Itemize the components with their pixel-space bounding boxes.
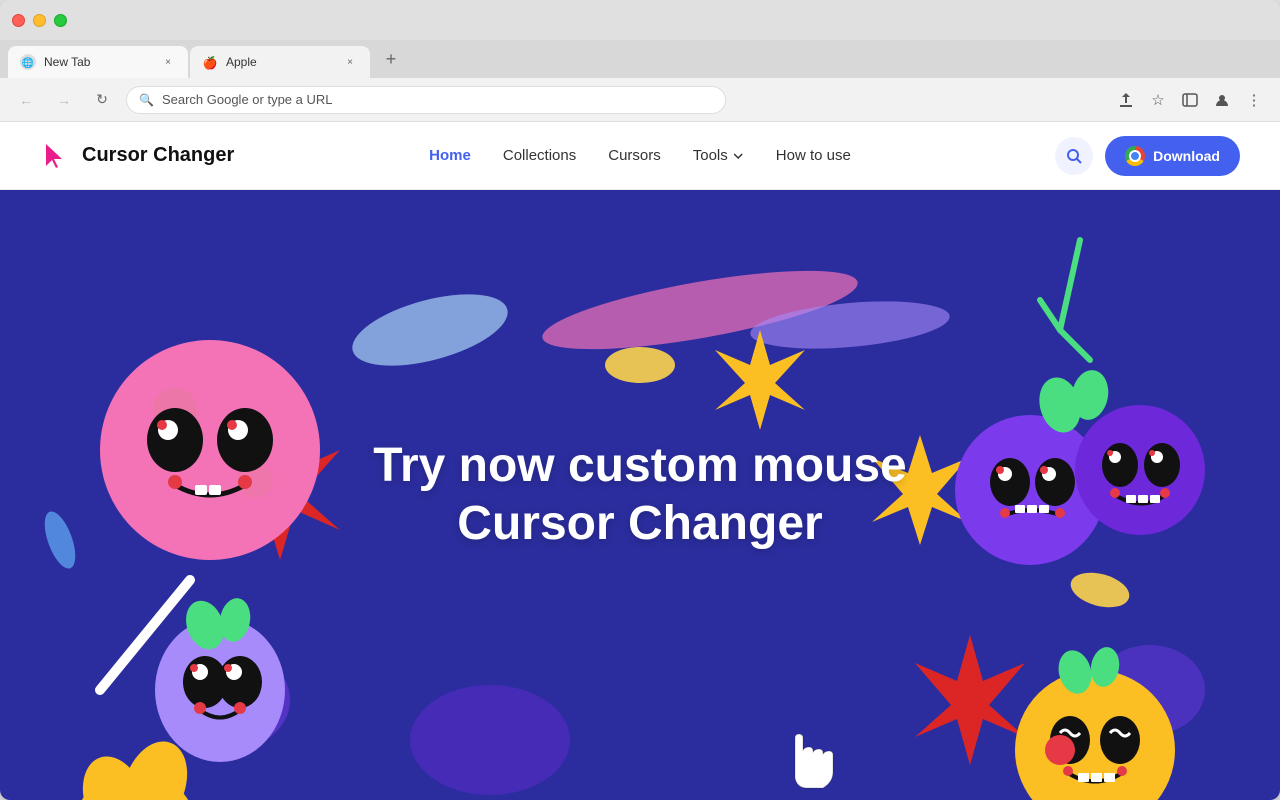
nav-cursors[interactable]: Cursors	[608, 147, 661, 164]
tab-title-new-tab: New Tab	[44, 55, 152, 69]
tab-bar: 🌐 New Tab × 🍎 Apple × +	[0, 40, 1280, 78]
sidebar-icon[interactable]	[1176, 86, 1204, 114]
profile-icon[interactable]	[1208, 86, 1236, 114]
chrome-icon	[1125, 146, 1145, 166]
site-nav: Cursor Changer Home Collections Cursors …	[0, 122, 1280, 190]
close-button[interactable]	[12, 14, 25, 27]
new-tab-button[interactable]: +	[376, 45, 406, 73]
hero-title: Try now custom mouse Cursor Changer	[373, 437, 906, 552]
website: Cursor Changer Home Collections Cursors …	[0, 122, 1280, 800]
nav-home[interactable]: Home	[429, 147, 471, 164]
forward-button[interactable]: →	[50, 86, 78, 114]
nav-right: Download	[1055, 136, 1240, 176]
nav-collections[interactable]: Collections	[503, 147, 576, 164]
svg-text:🌐: 🌐	[22, 56, 34, 69]
site-logo[interactable]: Cursor Changer	[40, 140, 234, 172]
logo-text: Cursor Changer	[82, 144, 234, 167]
back-button[interactable]: ←	[12, 86, 40, 114]
address-input[interactable]: 🔍 Search Google or type a URL	[126, 86, 726, 114]
tab-apple[interactable]: 🍎 Apple ×	[190, 46, 370, 78]
tab-close-new-tab[interactable]: ×	[160, 54, 176, 70]
menu-icon[interactable]: ⋮	[1240, 86, 1268, 114]
nav-tools[interactable]: Tools	[693, 147, 744, 164]
reload-button[interactable]: ↻	[88, 86, 116, 114]
share-icon[interactable]	[1112, 86, 1140, 114]
tab-close-apple[interactable]: ×	[342, 54, 358, 70]
tab-new-tab[interactable]: 🌐 New Tab ×	[8, 46, 188, 78]
nav-how-to-use[interactable]: How to use	[776, 147, 851, 164]
svg-text:🍎: 🍎	[203, 55, 218, 70]
cursor-hand	[795, 734, 833, 788]
address-bar: ← → ↻ 🔍 Search Google or type a URL ☆ ⋮	[0, 78, 1280, 122]
title-bar	[0, 0, 1280, 40]
nav-links: Home Collections Cursors Tools How to us…	[429, 147, 851, 164]
search-icon	[1066, 148, 1082, 164]
logo-icon	[40, 140, 72, 172]
traffic-lights	[12, 14, 67, 27]
tab-title-apple: Apple	[226, 55, 334, 69]
minimize-button[interactable]	[33, 14, 46, 27]
tab-favicon-new-tab: 🌐	[20, 54, 36, 70]
chevron-down-icon	[732, 150, 744, 162]
address-text: Search Google or type a URL	[162, 92, 333, 107]
bookmark-icon[interactable]: ☆	[1144, 86, 1172, 114]
search-icon: 🔍	[139, 93, 154, 107]
search-button[interactable]	[1055, 137, 1093, 175]
toolbar-icons: ☆ ⋮	[1112, 86, 1268, 114]
hero-text: Try now custom mouse Cursor Changer	[373, 437, 906, 552]
tab-favicon-apple: 🍎	[202, 54, 218, 70]
download-button[interactable]: Download	[1105, 136, 1240, 176]
browser-window: 🌐 New Tab × 🍎 Apple × + ← → ↻ 🔍 Search G…	[0, 0, 1280, 800]
maximize-button[interactable]	[54, 14, 67, 27]
hero-section: Try now custom mouse Cursor Changer	[0, 190, 1280, 800]
